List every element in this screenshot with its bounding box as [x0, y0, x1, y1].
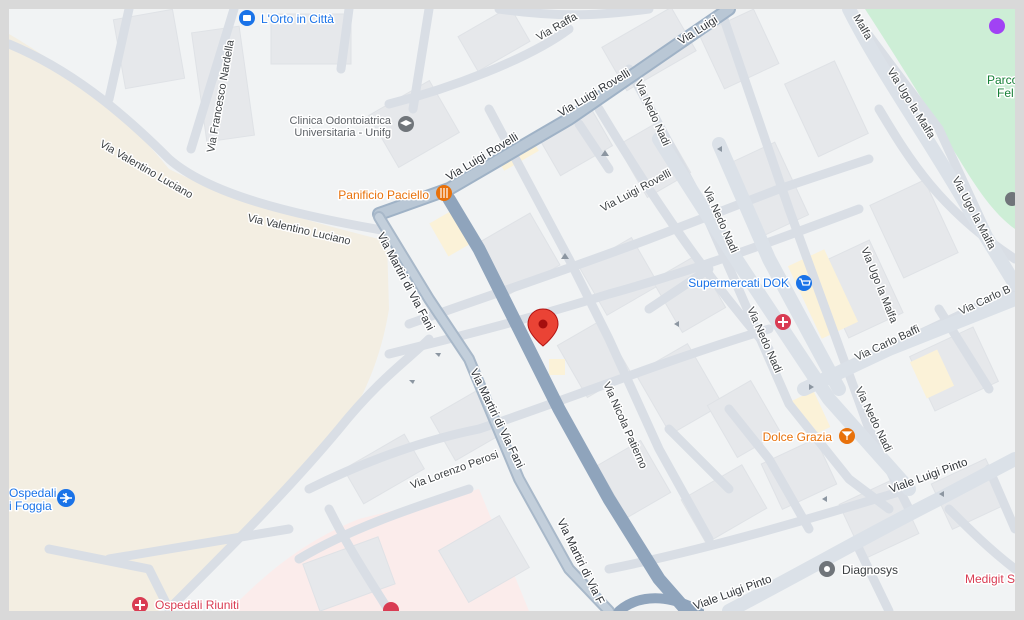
- poi-diagnosys[interactable]: Diagnosys: [819, 561, 900, 579]
- poi-ospedali-foggia-label-1: Ospedali: [9, 486, 56, 500]
- poi-medigit[interactable]: Medigit S: [964, 571, 1016, 588]
- poi-clinica-label-1: Clinica Odontoiatrica: [290, 115, 392, 127]
- park-poi-icon: [989, 18, 1005, 34]
- map-svg[interactable]: Via Luigi Rovelli Via Luigi Rovelli Via …: [9, 9, 1015, 611]
- poi-hospital-small[interactable]: [775, 314, 791, 330]
- poi-diagnosys-label: Diagnosys: [842, 563, 898, 577]
- poi-parco-label-1: Parco: [987, 73, 1015, 87]
- poi-supermercati-label: Supermercati DOK: [688, 276, 789, 290]
- poi-dolce-grazia-label: Dolce Grazia: [763, 430, 833, 444]
- poi-clinica-label-2: Universitaria - Unifg: [294, 127, 391, 139]
- poi-orto-label: L'Orto in Città: [261, 12, 334, 26]
- poi-medigit-label: Medigit S: [965, 572, 1015, 586]
- poi-ospedali-riuniti-label: Ospedali Riuniti: [155, 598, 239, 611]
- poi-panificio-label: Panificio Paciello: [338, 188, 429, 202]
- poi-parco-label-2: Fel: [997, 86, 1014, 100]
- poi-ospedali-foggia-label-2: i Foggia: [9, 499, 52, 513]
- map-canvas[interactable]: Via Luigi Rovelli Via Luigi Rovelli Via …: [9, 9, 1015, 611]
